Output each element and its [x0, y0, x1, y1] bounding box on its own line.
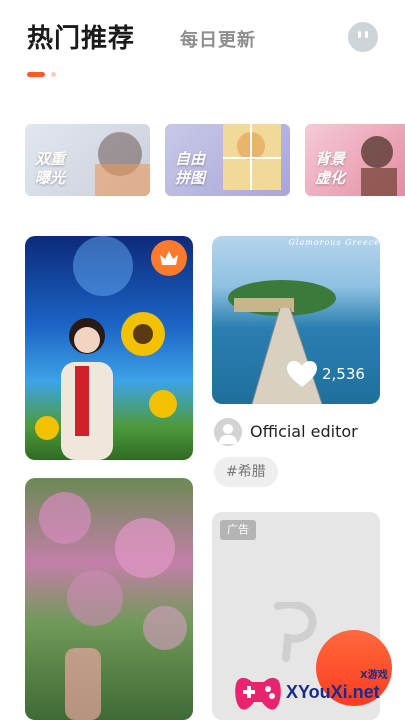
feature-label: 自由拼图 — [175, 150, 206, 187]
avatar-body — [219, 435, 237, 444]
tab-hot-recommend[interactable]: 热门推荐 — [27, 18, 135, 55]
feature-background-blur[interactable]: 背景虚化 — [305, 124, 405, 196]
ad-placeholder-icon — [274, 602, 317, 662]
like-count: 2,536 — [322, 365, 365, 383]
tab-indicator-dot — [51, 72, 56, 77]
topic-tag[interactable]: #希腊 — [214, 457, 278, 487]
photo-content — [39, 492, 187, 720]
tab-daily-update[interactable]: 每日更新 — [180, 26, 256, 52]
feature-free-collage[interactable]: 自由拼图 — [165, 124, 290, 196]
heart-icon — [287, 361, 317, 387]
author-avatar — [214, 418, 242, 446]
feature-label: 双重曝光 — [35, 150, 66, 187]
feed-card-photo-garden[interactable] — [25, 478, 193, 720]
face-eye-left — [358, 31, 361, 38]
author-row[interactable]: Official editor — [214, 418, 384, 446]
feature-label: 背景虚化 — [315, 150, 346, 187]
photo-caption: Glamorous Greece — [288, 238, 380, 247]
tab-indicator — [27, 72, 45, 77]
watermark-sub: X游戏 — [360, 670, 388, 681]
top-header: 热门推荐 每日更新 — [0, 0, 405, 80]
watermark-brand: XYouXi.net — [286, 682, 380, 702]
gamepad-logo-icon — [235, 677, 281, 710]
ad-badge: 广告 — [220, 520, 256, 540]
crown-icon — [151, 240, 187, 276]
author-name: Official editor — [250, 422, 358, 441]
crown-glyph — [160, 251, 178, 265]
face-icon[interactable] — [348, 22, 378, 52]
face-eye-right — [365, 31, 368, 38]
feature-double-exposure[interactable]: 双重曝光 — [25, 124, 150, 196]
avatar-head — [223, 424, 233, 434]
watermark: X游戏 XYouXi.net — [232, 664, 402, 716]
